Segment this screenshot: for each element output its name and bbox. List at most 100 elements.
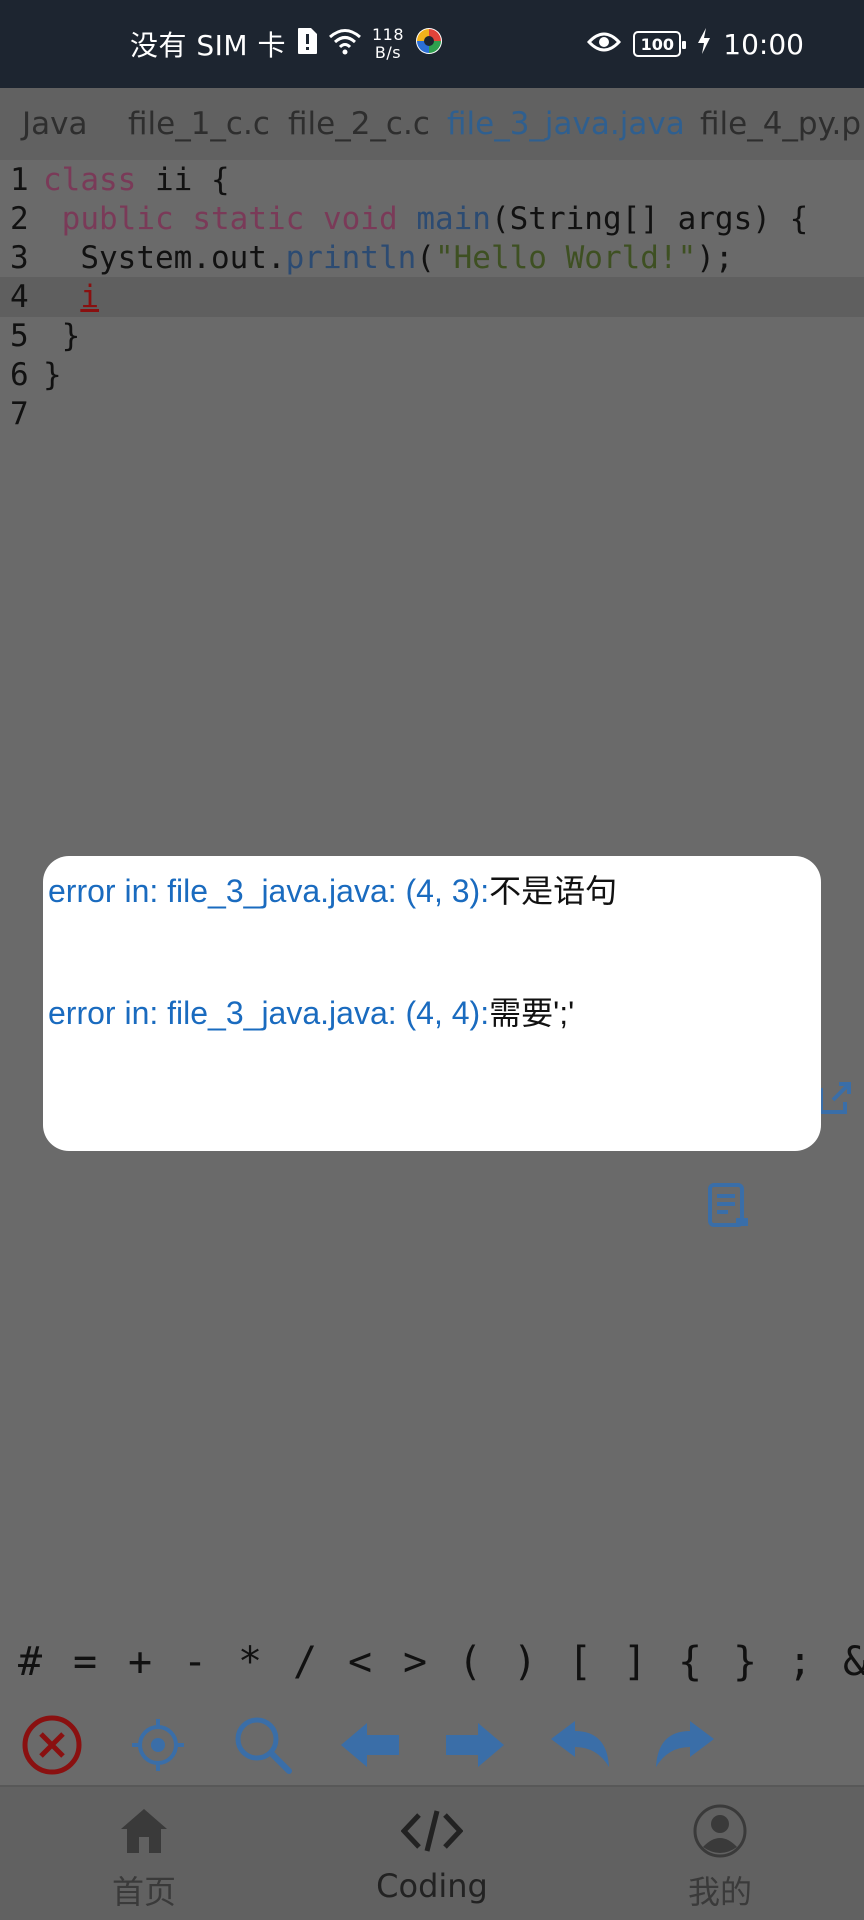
symbol-key[interactable]: ) bbox=[513, 1632, 537, 1692]
symbol-key[interactable]: } bbox=[733, 1632, 757, 1692]
symbol-key[interactable]: + bbox=[128, 1632, 152, 1692]
file-tabs: Java file_1_c.c file_2_c.c file_3_java.j… bbox=[0, 88, 864, 160]
symbol-key[interactable]: & bbox=[843, 1632, 864, 1692]
code-icon bbox=[401, 1801, 463, 1861]
nav-coding-label: Coding bbox=[376, 1867, 488, 1905]
symbol-key[interactable]: ; bbox=[788, 1632, 812, 1692]
clear-button[interactable] bbox=[17, 1705, 87, 1785]
symbol-key[interactable]: [ bbox=[568, 1632, 592, 1692]
code-text: } bbox=[43, 316, 81, 356]
open-external-icon[interactable] bbox=[815, 1078, 855, 1122]
code-token: System.out. bbox=[43, 240, 286, 276]
error-dialog: error in: file_3_java.java: (4, 3):不是语句 … bbox=[43, 856, 821, 1151]
symbol-key[interactable]: < bbox=[348, 1632, 372, 1692]
error-line-2: error in: file_3_java.java: (4, 4):需要';' bbox=[48, 988, 574, 1034]
tab-file-3[interactable]: file_3_java.java bbox=[447, 88, 685, 160]
code-token: println bbox=[285, 240, 417, 276]
code-text: public static void main(String[] args) { bbox=[43, 199, 809, 239]
tab-file-2[interactable]: file_2_c.c bbox=[288, 88, 430, 160]
error-location: error in: file_3_java.java: (4, 4): bbox=[48, 995, 490, 1031]
code-text: i bbox=[43, 277, 99, 317]
symbol-key[interactable]: { bbox=[678, 1632, 702, 1692]
code-token: void bbox=[322, 201, 398, 237]
charging-icon bbox=[697, 27, 711, 61]
symbol-key[interactable]: ( bbox=[458, 1632, 482, 1692]
code-line[interactable]: 3 System.out.println("Hello World!"); bbox=[0, 238, 864, 278]
sim-alert-icon bbox=[296, 27, 318, 62]
symbol-key[interactable]: / bbox=[293, 1632, 317, 1692]
search-button[interactable] bbox=[228, 1705, 298, 1785]
symbol-keys-row: # = +-* / < > () [] {};& bbox=[0, 1632, 864, 1692]
locate-icon bbox=[132, 1719, 184, 1771]
battery-indicator: 100 bbox=[633, 31, 687, 57]
code-token: public bbox=[61, 201, 174, 237]
code-line[interactable]: 2 public static void main(String[] args)… bbox=[0, 199, 864, 239]
code-text: } bbox=[43, 355, 62, 395]
clock-time: 10:00 bbox=[723, 27, 804, 61]
wifi-icon bbox=[328, 27, 362, 62]
nav-coding[interactable]: Coding bbox=[332, 1787, 532, 1920]
nav-home[interactable]: 首页 bbox=[44, 1787, 244, 1920]
code-line[interactable]: 1 class ii { bbox=[0, 160, 864, 200]
close-circle-icon bbox=[22, 1715, 82, 1775]
status-right: 100 10:00 bbox=[587, 0, 804, 88]
tab-file-4[interactable]: file_4_py.p bbox=[700, 88, 861, 160]
code-text: class ii { bbox=[43, 160, 230, 200]
code-token-error: i bbox=[80, 279, 99, 315]
profile-icon bbox=[692, 1801, 748, 1861]
symbol-key[interactable]: # bbox=[18, 1632, 42, 1692]
carrier-text: 没有 SIM 卡 bbox=[130, 29, 286, 62]
app-root: 没有 SIM 卡 118 B/s 100 10:00 Java file_1_c… bbox=[0, 0, 864, 1920]
code-token: } bbox=[43, 357, 62, 393]
symbol-key[interactable]: = bbox=[73, 1632, 97, 1692]
code-token: static bbox=[192, 201, 305, 237]
status-bar: 没有 SIM 卡 118 B/s 100 10:00 bbox=[0, 0, 864, 88]
code-token: ( bbox=[416, 240, 435, 276]
code-line[interactable]: 7 bbox=[0, 394, 864, 434]
line-number: 1 bbox=[10, 162, 29, 198]
error-location: error in: file_3_java.java: (4, 3): bbox=[48, 873, 490, 909]
code-line[interactable]: 6} bbox=[0, 355, 864, 395]
battery-level: 100 bbox=[640, 34, 674, 54]
redo-icon bbox=[656, 1721, 714, 1767]
undo-icon bbox=[551, 1721, 609, 1767]
symbol-key[interactable]: ] bbox=[623, 1632, 647, 1692]
error-message: 不是语句 bbox=[489, 873, 618, 909]
nav-profile[interactable]: 我的 bbox=[620, 1787, 820, 1920]
code-token: (String[] args) { bbox=[490, 201, 809, 237]
locate-button[interactable] bbox=[123, 1705, 193, 1785]
bottom-navigation: 首页 Coding 我的 bbox=[0, 1785, 864, 1920]
code-line[interactable]: 5 } bbox=[0, 316, 864, 356]
cursor-left-button[interactable] bbox=[335, 1705, 405, 1785]
code-token: ); bbox=[696, 240, 734, 276]
code-line[interactable]: 4 i bbox=[0, 277, 864, 317]
line-number: 4 bbox=[10, 279, 29, 315]
search-icon bbox=[235, 1717, 292, 1774]
error-line-1: error in: file_3_java.java: (4, 3):不是语句 bbox=[48, 866, 617, 912]
code-token: "Hello World!" bbox=[434, 240, 697, 276]
net-speed: 118 B/s bbox=[372, 26, 404, 62]
nav-home-label: 首页 bbox=[111, 1873, 176, 1911]
error-message: 需要';' bbox=[489, 995, 575, 1031]
tab-java[interactable]: Java bbox=[22, 88, 87, 160]
cursor-right-button[interactable] bbox=[440, 1705, 510, 1785]
nav-profile-label: 我的 bbox=[687, 1873, 752, 1911]
code-token: main bbox=[416, 201, 491, 237]
symbol-key[interactable]: * bbox=[238, 1632, 262, 1692]
symbol-key[interactable]: > bbox=[403, 1632, 427, 1692]
undo-button[interactable] bbox=[545, 1705, 615, 1785]
tab-file-1[interactable]: file_1_c.c bbox=[128, 88, 270, 160]
arrow-right-icon bbox=[446, 1723, 504, 1767]
home-icon bbox=[119, 1801, 169, 1861]
document-icon[interactable] bbox=[706, 1182, 750, 1234]
line-number: 6 bbox=[10, 357, 29, 393]
redo-button[interactable] bbox=[650, 1705, 720, 1785]
app-badge-icon bbox=[414, 26, 444, 63]
symbol-key[interactable]: - bbox=[183, 1632, 207, 1692]
code-token: ii { bbox=[136, 162, 230, 198]
